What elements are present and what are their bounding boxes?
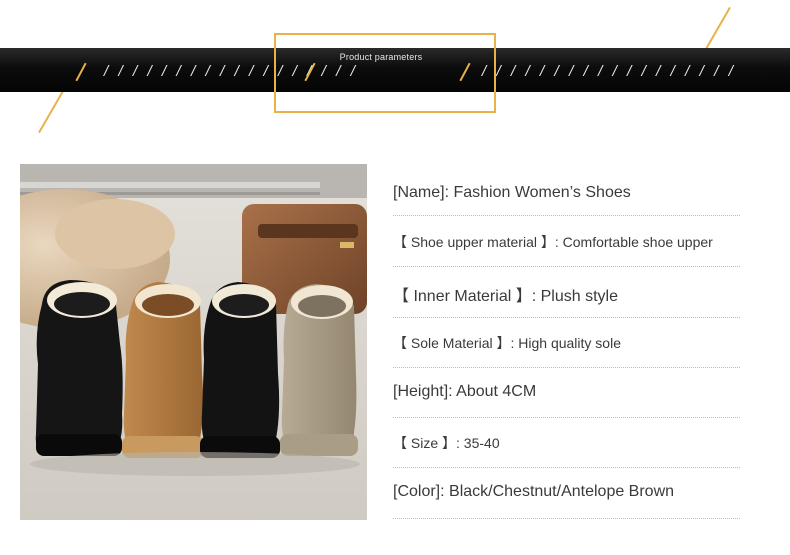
spec-inner-material: 【 Inner Material 】: Plush style [393, 288, 618, 305]
spec-height: [Height]: About 4CM [393, 383, 537, 400]
spec-divider [393, 518, 740, 519]
header-title: Product parameters [339, 52, 423, 62]
spec-size: 【 Size 】: 35-40 [393, 435, 500, 451]
spec-divider [393, 215, 740, 216]
spec-upper-material: 【 Shoe upper material 】: Comfortable sho… [393, 234, 713, 250]
slash-pattern-right: / / / / / / / / / / / / / / / / / / [482, 64, 737, 79]
spec-row-sole-material: 【 Sole Material 】: High quality sole [393, 318, 773, 368]
spec-sole-material: 【 Sole Material 】: High quality sole [393, 335, 621, 351]
product-parameters-page: / / / / / / / / / / / / / / / / / / / / … [0, 0, 790, 555]
spec-row-size: 【 Size 】: 35-40 [393, 418, 773, 468]
spec-divider [393, 266, 740, 267]
spec-row-upper-material: 【 Shoe upper material 】: Comfortable sho… [393, 218, 773, 268]
spec-list: [Name]: Fashion Women’s Shoes 【 Shoe upp… [393, 168, 773, 519]
product-photo [20, 164, 367, 520]
spec-row-inner-material: 【 Inner Material 】: Plush style [393, 268, 773, 318]
spec-name: [Name]: Fashion Women’s Shoes [393, 184, 631, 201]
header-title-frame [274, 33, 496, 113]
spec-row-color: [Color]: Black/Chestnut/Antelope Brown [393, 468, 773, 519]
spec-row-height: [Height]: About 4CM [393, 368, 773, 418]
spec-row-name: [Name]: Fashion Women’s Shoes [393, 168, 773, 218]
spec-color: [Color]: Black/Chestnut/Antelope Brown [393, 483, 675, 500]
boots-photo-icon [20, 164, 367, 520]
